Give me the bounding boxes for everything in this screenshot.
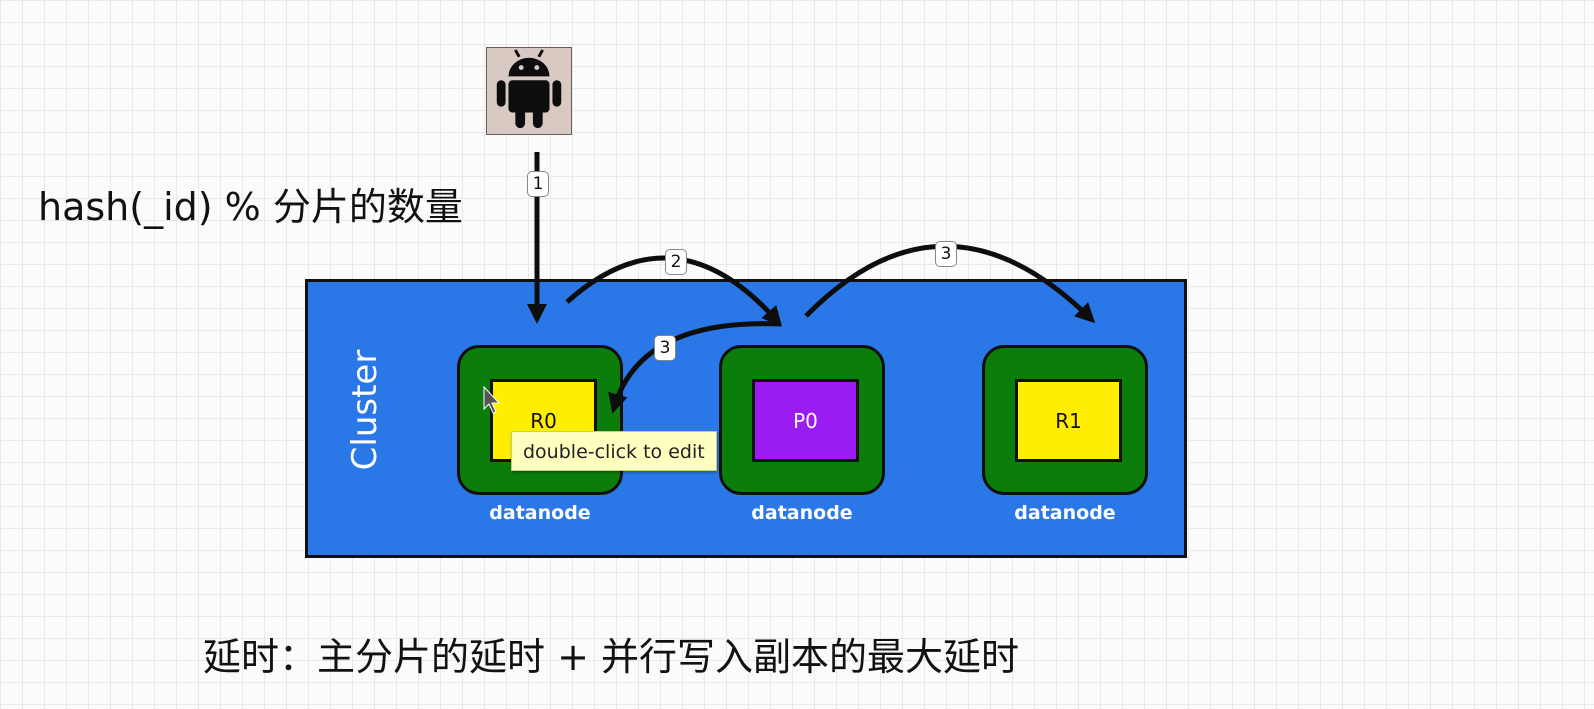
- step-label-forward: 2: [665, 249, 687, 275]
- edit-tooltip: double-click to edit: [511, 431, 717, 471]
- client-android-box[interactable]: [486, 47, 572, 135]
- shard-p0[interactable]: P0: [752, 379, 859, 462]
- datanode-3[interactable]: R1: [982, 345, 1148, 495]
- datanode-3-label: datanode: [1014, 502, 1116, 524]
- shard-r1[interactable]: R1: [1015, 379, 1122, 462]
- step-label-replicate-right: 3: [935, 241, 957, 267]
- routing-formula: hash(_id) % 分片的数量: [38, 185, 463, 229]
- cluster-label: Cluster: [345, 349, 385, 471]
- datanode-2-label: datanode: [751, 502, 853, 524]
- android-icon: [496, 49, 562, 129]
- datanode-1[interactable]: R0: [457, 345, 623, 495]
- step-label-replicate-left: 3: [654, 335, 676, 361]
- datanode-2[interactable]: P0: [719, 345, 885, 495]
- latency-caption: 延时：主分片的延时 + 并行写入副本的最大延时: [203, 635, 1020, 679]
- step-label-route: 1: [527, 171, 549, 197]
- mouse-cursor-icon: [483, 385, 501, 414]
- datanode-1-label: datanode: [489, 502, 591, 524]
